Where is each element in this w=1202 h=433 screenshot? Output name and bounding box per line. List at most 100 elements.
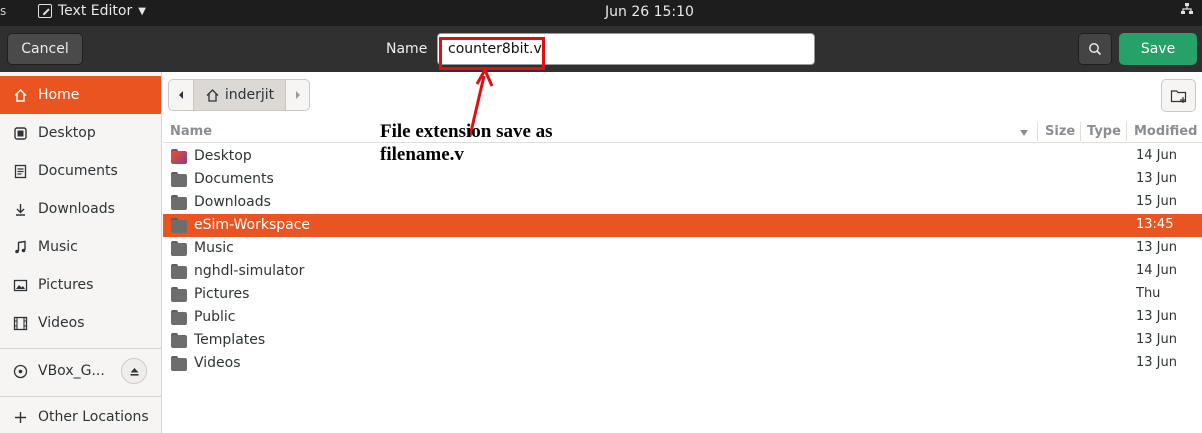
file-modified: Thu <box>1136 286 1161 301</box>
new-folder-icon <box>1170 89 1186 103</box>
file-modified: 13 Jun <box>1136 332 1177 347</box>
file-row[interactable]: nghdl-simulator 14 Jun <box>163 260 1202 283</box>
folder-icon <box>171 356 187 371</box>
folder-icon <box>171 287 187 302</box>
folder-icon <box>171 172 187 187</box>
file-name: Downloads <box>194 194 271 210</box>
folder-icon <box>171 218 187 233</box>
column-separator <box>1037 122 1038 141</box>
file-modified: 13 Jun <box>1136 240 1177 255</box>
activities-edge: s <box>0 4 7 18</box>
plus-icon <box>12 409 28 425</box>
file-name: Documents <box>194 171 274 187</box>
column-separator <box>1080 122 1081 141</box>
folder-icon <box>171 195 187 210</box>
app-name: Text Editor <box>58 3 133 19</box>
annotation-text: File extension save as filename.v <box>380 120 553 166</box>
text-editor-icon <box>38 4 52 18</box>
sidebar-separator <box>0 396 161 397</box>
path-forward-button[interactable] <box>286 79 310 111</box>
eject-icon <box>130 367 138 376</box>
file-name: Public <box>194 309 236 325</box>
file-modified: 14 Jun <box>1136 148 1177 163</box>
sidebar-item-label: Documents <box>38 163 118 179</box>
annotation-line-1: File extension save as <box>380 121 553 142</box>
chevron-left-icon <box>179 91 183 99</box>
column-modified[interactable]: Modified <box>1134 124 1197 139</box>
file-row[interactable]: Documents 13 Jun <box>163 168 1202 191</box>
sidebar-item-videos[interactable]: Videos <box>0 304 161 342</box>
places-sidebar: Home Desktop Documents Downloads Music P… <box>0 72 162 433</box>
sidebar-item-pictures[interactable]: Pictures <box>0 266 161 304</box>
file-row[interactable]: Desktop 14 Jun <box>163 145 1202 168</box>
folder-icon <box>171 264 187 279</box>
file-row[interactable]: Templates 13 Jun <box>163 329 1202 352</box>
sidebar-item-label: Videos <box>38 315 85 331</box>
folder-icon <box>171 241 187 256</box>
sidebar-item-label: Pictures <box>38 277 94 293</box>
file-row[interactable]: Public 13 Jun <box>163 306 1202 329</box>
file-row[interactable]: Music 13 Jun <box>163 237 1202 260</box>
disc-icon <box>12 363 28 379</box>
sidebar-item-home[interactable]: Home <box>0 76 161 114</box>
sidebar-item-label: VBox_G... <box>38 363 105 379</box>
sidebar-item-label: Music <box>38 239 78 255</box>
network-icon[interactable] <box>1180 2 1194 20</box>
file-name: nghdl-simulator <box>194 263 305 279</box>
music-icon <box>12 239 28 255</box>
search-icon <box>1089 43 1102 56</box>
sidebar-item-label: Home <box>38 87 80 103</box>
name-label: Name <box>386 41 428 57</box>
file-row[interactable]: Pictures Thu <box>163 283 1202 306</box>
desktop-icon <box>12 125 28 141</box>
downloads-icon <box>12 201 28 217</box>
file-name: eSim-Workspace <box>194 217 311 233</box>
file-modified: 13:45 <box>1136 217 1174 232</box>
sidebar-item-label: Downloads <box>38 201 115 217</box>
folder-icon <box>171 310 187 325</box>
videos-icon <box>12 315 28 331</box>
sidebar-item-documents[interactable]: Documents <box>0 152 161 190</box>
documents-icon <box>12 163 28 179</box>
column-type[interactable]: Type <box>1087 124 1121 139</box>
eject-button[interactable] <box>121 358 147 384</box>
sidebar-item-vbox[interactable]: VBox_G... <box>0 352 161 390</box>
path-bar: inderjit <box>168 79 310 113</box>
file-modified: 15 Jun <box>1136 194 1177 209</box>
sidebar-item-label: Other Locations <box>38 409 149 425</box>
save-button[interactable]: Save <box>1119 33 1197 65</box>
file-modified: 13 Jun <box>1136 171 1177 186</box>
dialog-header-bar: Cancel Name counter8bit.v Save <box>0 26 1202 72</box>
desktop-folder-icon <box>171 149 187 164</box>
cancel-button[interactable]: Cancel <box>7 33 83 65</box>
file-modified: 13 Jun <box>1136 355 1177 370</box>
pictures-icon <box>12 277 28 293</box>
file-row[interactable]: Downloads 15 Jun <box>163 191 1202 214</box>
sidebar-separator <box>0 348 161 349</box>
column-size[interactable]: Size <box>1045 124 1075 139</box>
home-icon <box>12 87 28 103</box>
folder-icon <box>171 333 187 348</box>
app-menu[interactable]: Text Editor ▼ <box>38 3 146 19</box>
search-button[interactable] <box>1078 33 1112 65</box>
sidebar-item-downloads[interactable]: Downloads <box>0 190 161 228</box>
column-name[interactable]: Name <box>170 124 212 139</box>
sidebar-item-music[interactable]: Music <box>0 228 161 266</box>
column-separator <box>1126 122 1127 141</box>
sidebar-item-desktop[interactable]: Desktop <box>0 114 161 152</box>
path-back-button[interactable] <box>168 79 194 111</box>
path-home-button[interactable]: inderjit <box>194 79 286 111</box>
file-name: Desktop <box>194 148 252 164</box>
sort-down-icon[interactable] <box>1019 126 1029 141</box>
file-name: Pictures <box>194 286 250 302</box>
sidebar-item-other-locations[interactable]: Other Locations <box>0 398 161 433</box>
sidebar-item-label: Desktop <box>38 125 96 141</box>
clock[interactable]: Jun 26 15:10 <box>605 4 694 20</box>
file-modified: 13 Jun <box>1136 309 1177 324</box>
chevron-right-icon <box>295 91 300 99</box>
file-row[interactable]: eSim-Workspace 13:45 <box>163 214 1202 237</box>
file-row[interactable]: Videos 13 Jun <box>163 352 1202 375</box>
new-folder-button[interactable] <box>1161 79 1196 112</box>
system-top-bar: s Text Editor ▼ Jun 26 15:10 <box>0 0 1202 26</box>
annotation-line-2: filename.v <box>380 144 464 165</box>
